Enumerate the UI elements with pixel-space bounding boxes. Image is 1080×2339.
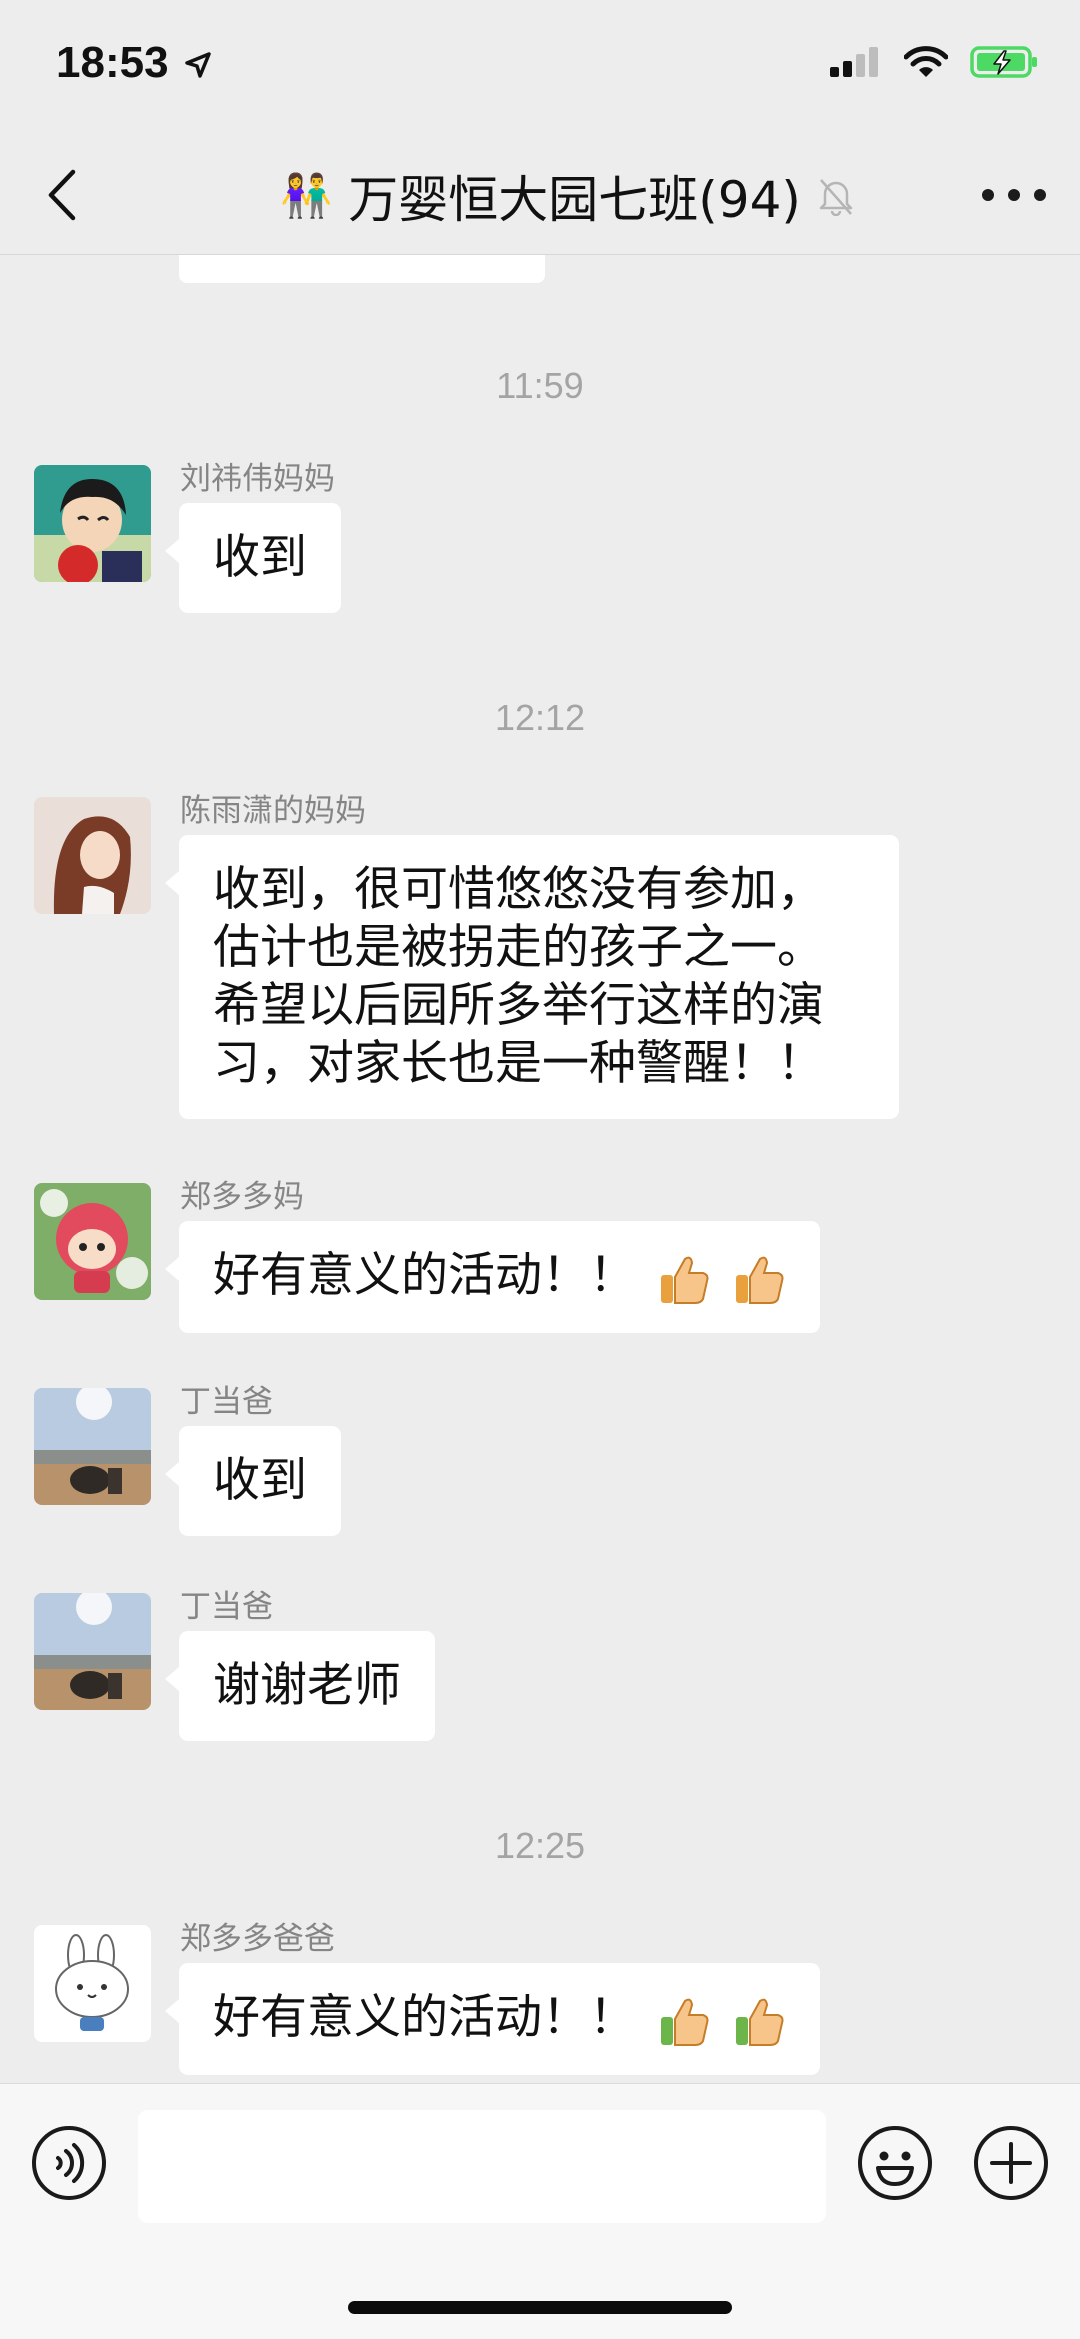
avatar[interactable]: [34, 1925, 151, 2042]
sender-name: 郑多多妈: [180, 1179, 304, 1215]
more-dot: [982, 189, 994, 201]
group-name: 万婴恒大园七班(94): [348, 171, 801, 229]
timestamp: 12:12: [494, 697, 586, 738]
message-text: 谢谢老师: [213, 1658, 401, 1713]
message-input[interactable]: [138, 2110, 826, 2223]
location-arrow-icon: [185, 52, 211, 79]
sender-name: 郑多多爸爸: [180, 1921, 335, 1957]
couple-emoji: 👫: [280, 171, 333, 220]
thumbs-up-emoji: [735, 1998, 784, 2046]
thumbs-up-emoji: [660, 1256, 709, 1304]
chat-title[interactable]: 👫 万婴恒大园七班(94): [280, 161, 855, 231]
wifi-icon: [904, 46, 948, 77]
message-text: 好有意义的活动！！: [213, 1248, 636, 1303]
avatar[interactable]: [34, 1388, 151, 1505]
avatar[interactable]: [34, 1593, 151, 1710]
message-line: 希望以后园所多举行这样的演: [213, 978, 824, 1033]
message-bubble[interactable]: 好有意义的活动！！: [165, 1221, 820, 1333]
thumbs-up-emoji: [735, 1256, 784, 1304]
avatar[interactable]: [34, 797, 151, 914]
message-line: 收到，很可惜悠悠没有参加，: [213, 862, 824, 917]
more-options-button[interactable]: [982, 175, 1046, 215]
status-icons: [830, 45, 1040, 79]
emoji-button[interactable]: [856, 2124, 934, 2202]
home-indicator[interactable]: [348, 2301, 732, 2314]
message-line: 估计也是被拐走的孩子之一。: [213, 920, 824, 975]
more-dot: [1008, 189, 1020, 201]
chat-area[interactable]: 11:59 刘祎伟妈妈 收到 12:12 陈雨潇的妈妈 收到，很可惜悠悠没有参加…: [0, 255, 1080, 2083]
cellular-signal-icon: [830, 47, 878, 77]
emoji-smile-icon: [858, 2126, 932, 2200]
chevron-left-icon: [48, 169, 76, 221]
avatar[interactable]: [34, 1183, 151, 1300]
message-bubble[interactable]: 谢谢老师: [165, 1631, 435, 1741]
message-text: 收到: [213, 530, 307, 585]
input-bar: [0, 2083, 1080, 2339]
message-bubble[interactable]: 收到: [165, 1426, 341, 1536]
more-dot: [1034, 189, 1046, 201]
sender-name: 丁当爸: [180, 1384, 273, 1420]
status-bar: 18:53: [0, 0, 1080, 135]
timestamp: 11:59: [496, 365, 584, 406]
message-text: 收到: [213, 1453, 307, 1508]
more-features-button[interactable]: [972, 2124, 1050, 2202]
sender-name: 陈雨潇的妈妈: [180, 793, 366, 829]
voice-button[interactable]: [30, 2124, 108, 2202]
avatar[interactable]: [34, 465, 151, 582]
chat-header: 👫 万婴恒大园七班(94): [0, 135, 1080, 255]
sender-name: 丁当爸: [180, 1589, 273, 1625]
message-bubble[interactable]: 好有意义的活动！！: [165, 1963, 820, 2075]
timestamp: 12:25: [494, 1825, 586, 1866]
message-text: 好有意义的活动！！: [213, 1990, 636, 2045]
sender-name: 刘祎伟妈妈: [180, 461, 335, 497]
message-bubble[interactable]: 收到: [165, 503, 341, 613]
plus-circle-icon: [974, 2126, 1048, 2200]
message-bubble[interactable]: 收到，很可惜悠悠没有参加， 估计也是被拐走的孩子之一。 希望以后园所多举行这样的…: [165, 835, 899, 1119]
previous-message-bubble[interactable]: [179, 255, 545, 283]
back-button[interactable]: [32, 165, 92, 225]
battery-charging-icon: [970, 46, 1037, 78]
bell-off-icon: [817, 176, 855, 216]
thumbs-up-emoji: [660, 1998, 709, 2046]
voice-icon: [32, 2126, 106, 2200]
message-line: 习，对家长也是一种警醒！！: [213, 1036, 824, 1091]
status-time: 18:53: [56, 38, 213, 88]
